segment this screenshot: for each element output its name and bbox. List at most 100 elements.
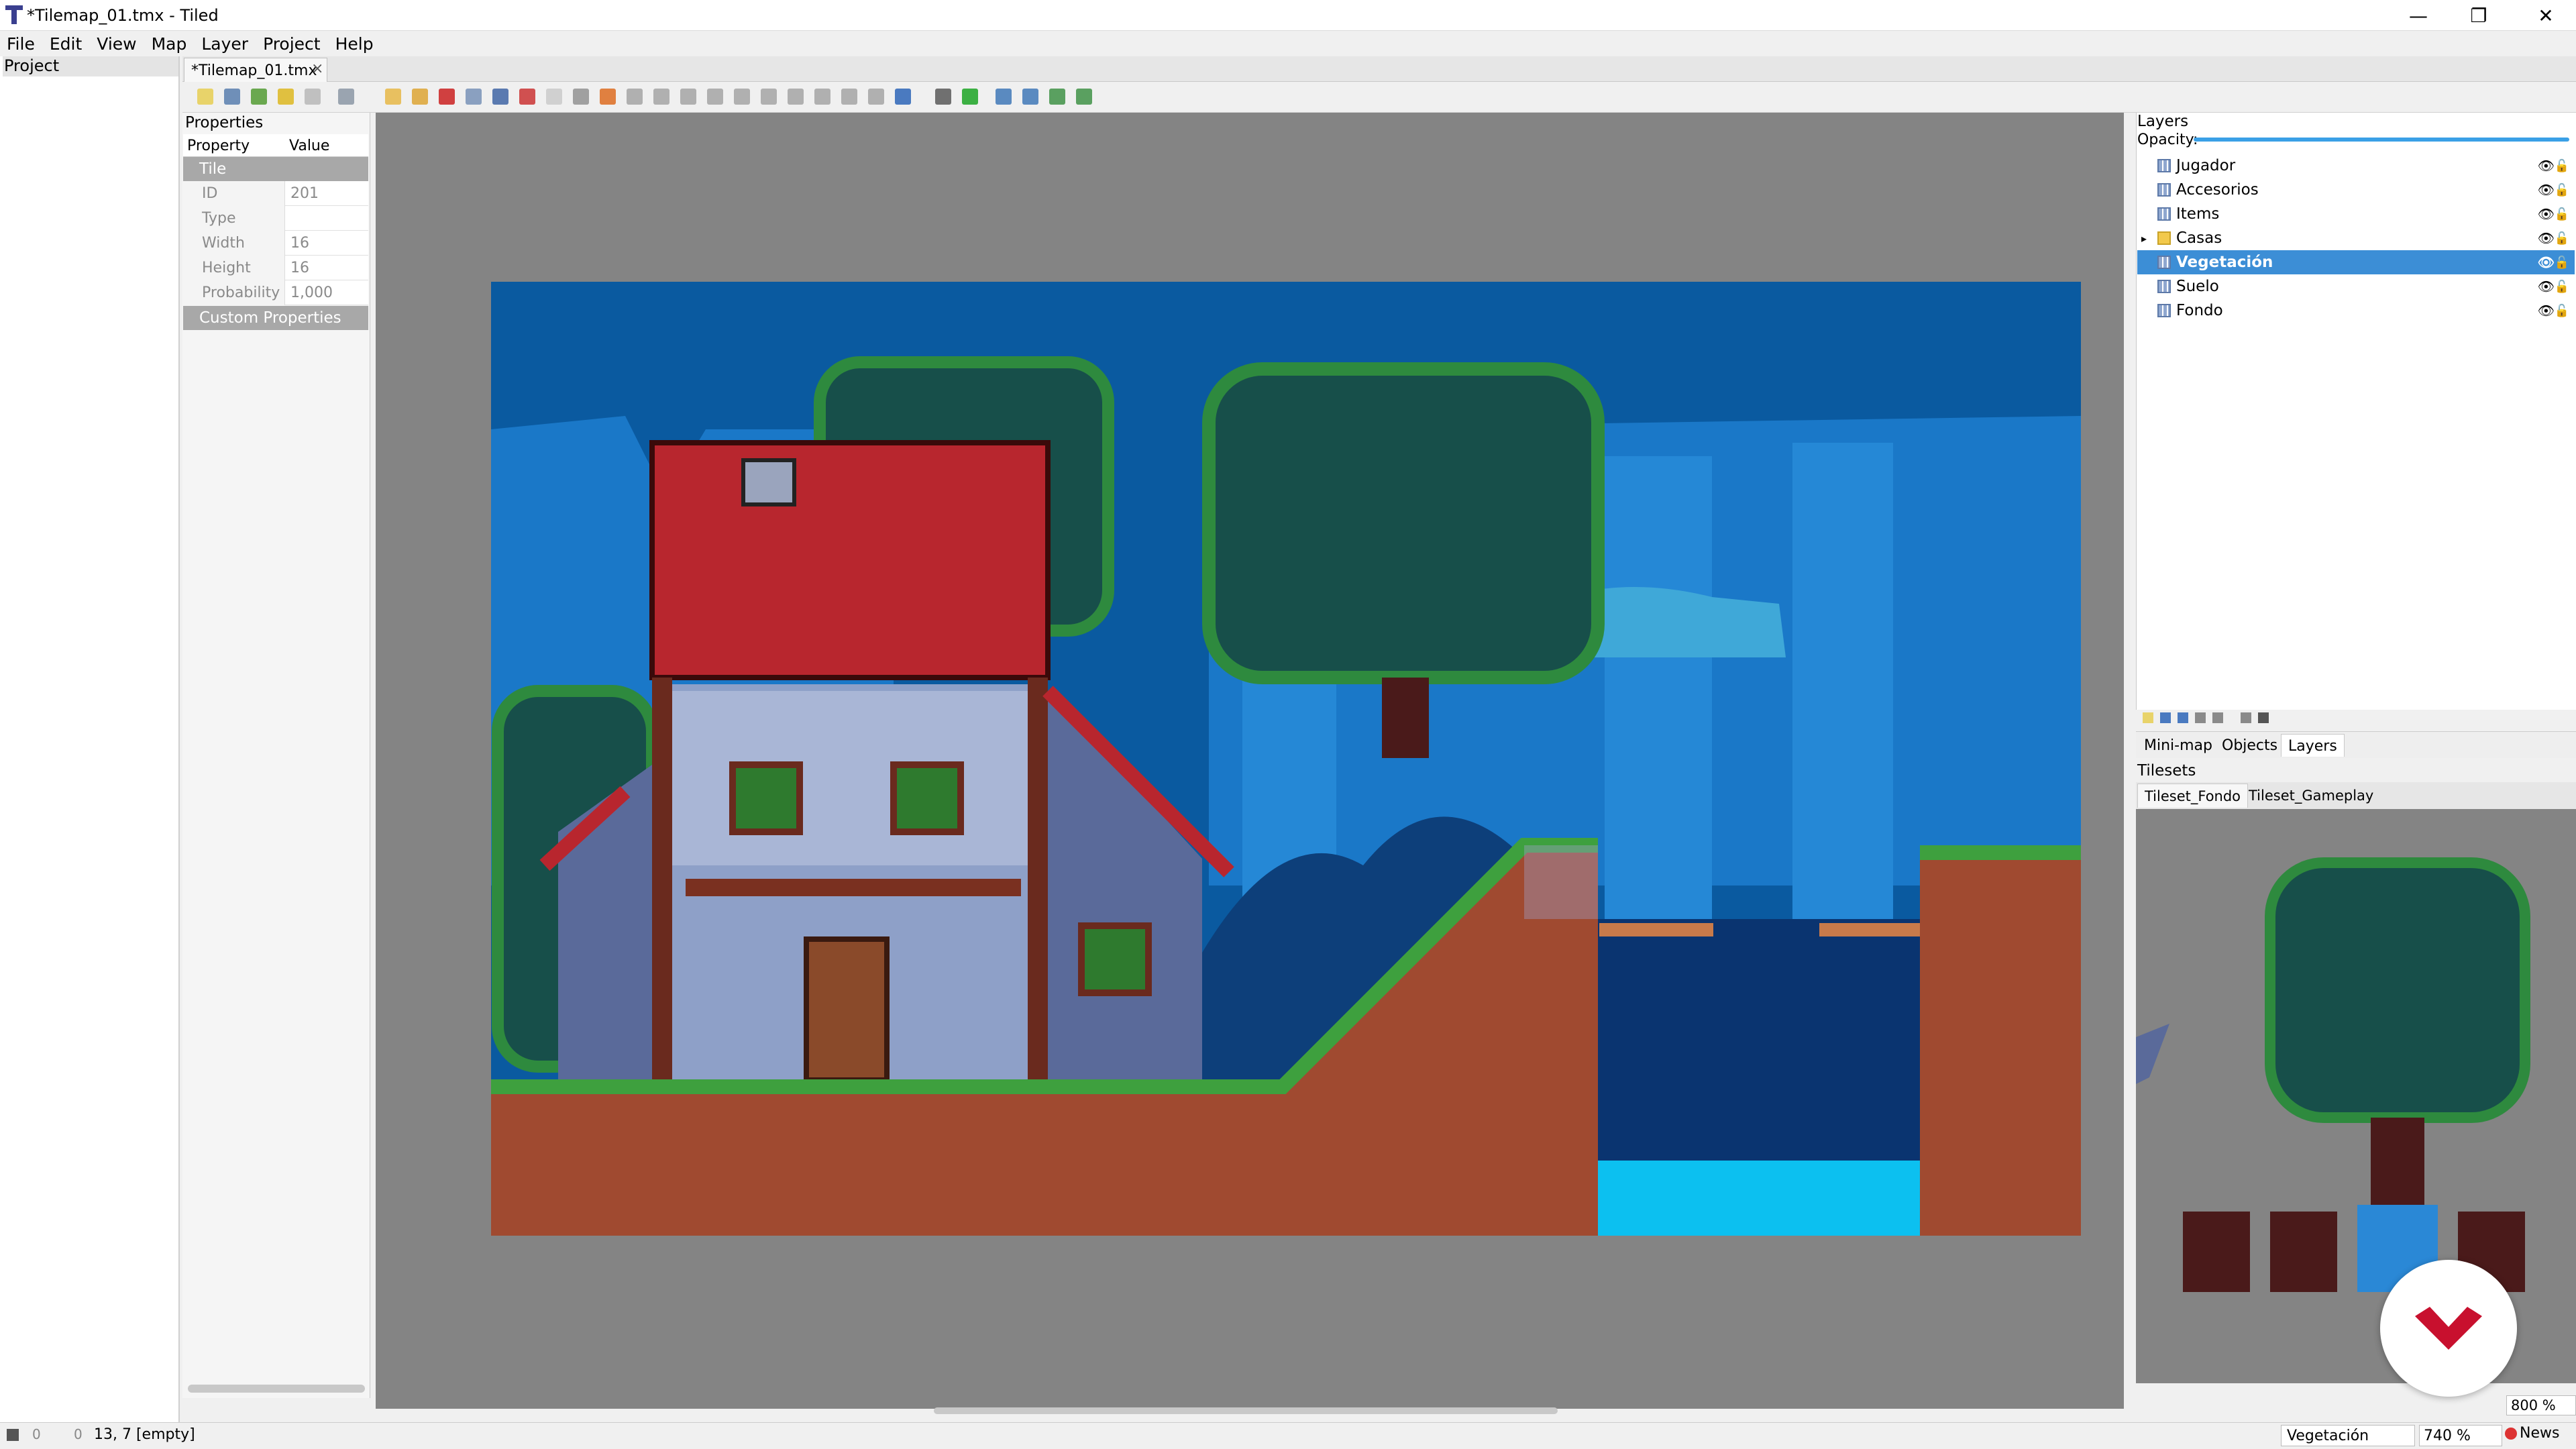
edit-polygons-icon[interactable] bbox=[627, 89, 643, 105]
new-layer-icon[interactable] bbox=[2143, 712, 2153, 723]
insert-point-icon[interactable] bbox=[680, 89, 696, 105]
raise-layer-icon[interactable] bbox=[2160, 712, 2171, 723]
layer-row-suelo[interactable]: Suelo 👁 🔓 bbox=[2137, 274, 2575, 299]
tileset-zoom-combo[interactable]: 800 % bbox=[2506, 1395, 2576, 1415]
menu-help[interactable]: Help bbox=[335, 34, 374, 54]
menu-file[interactable]: File bbox=[7, 34, 35, 54]
menu-layer[interactable]: Layer bbox=[201, 34, 248, 54]
shape-fill-icon[interactable] bbox=[466, 89, 482, 105]
insert-tile-icon[interactable] bbox=[761, 89, 777, 105]
visibility-eye-icon[interactable]: 👁 bbox=[2538, 206, 2555, 222]
stamp-brush-icon[interactable] bbox=[385, 89, 401, 105]
terminal-icon[interactable] bbox=[7, 1429, 19, 1441]
insert-ellipse-icon[interactable] bbox=[707, 89, 723, 105]
lock-icon[interactable]: 🔓 bbox=[2555, 207, 2569, 221]
property-row[interactable]: Height 16 bbox=[183, 256, 368, 280]
open-file-icon[interactable] bbox=[224, 89, 240, 105]
close-button[interactable]: ✕ bbox=[2516, 0, 2576, 31]
map-horizontal-scrollbar[interactable] bbox=[934, 1407, 1558, 1414]
tab-tilemap[interactable]: *Tilemap_01.tmx bbox=[184, 58, 327, 82]
layer-row-items[interactable]: Items 👁 🔓 bbox=[2137, 202, 2575, 226]
property-column-header[interactable]: Property bbox=[183, 134, 285, 157]
error-count[interactable]: 0 bbox=[32, 1426, 41, 1442]
delete-layer-icon[interactable] bbox=[2212, 712, 2223, 723]
insert-polygon-icon[interactable] bbox=[734, 89, 750, 105]
lock-icon[interactable]: 🔓 bbox=[2555, 280, 2569, 294]
lock-icon[interactable]: 🔓 bbox=[2555, 256, 2569, 270]
tab-objects[interactable]: Objects bbox=[2215, 734, 2284, 757]
eraser-icon[interactable] bbox=[492, 89, 508, 105]
menu-edit[interactable]: Edit bbox=[50, 34, 82, 54]
custom-properties-group[interactable]: Custom Properties bbox=[183, 306, 368, 330]
lock-icon[interactable]: 🔓 bbox=[2555, 159, 2569, 173]
insert-rectangle-icon[interactable] bbox=[653, 89, 669, 105]
property-row[interactable]: Type bbox=[183, 206, 368, 231]
tab-tileset-fondo[interactable]: Tileset_Fondo bbox=[2137, 784, 2249, 808]
redo-icon[interactable] bbox=[305, 89, 321, 105]
tab-layers[interactable]: Layers bbox=[2281, 734, 2345, 757]
magic-wand-icon[interactable] bbox=[546, 89, 562, 105]
tab-tileset-gameplay[interactable]: Tileset_Gameplay bbox=[2242, 784, 2380, 808]
layer-row-casas[interactable]: ▸ Casas 👁 🔓 bbox=[2137, 226, 2575, 250]
property-row[interactable]: Probability 1,000 bbox=[183, 280, 368, 305]
new-file-icon[interactable] bbox=[197, 89, 213, 105]
visibility-eye-icon[interactable]: 👁 bbox=[2538, 230, 2555, 246]
bucket-fill-icon[interactable] bbox=[439, 89, 455, 105]
lock-icon[interactable]: 🔓 bbox=[2555, 231, 2569, 246]
menu-map[interactable]: Map bbox=[152, 34, 187, 54]
tile-property-group[interactable]: Tile bbox=[183, 157, 368, 181]
lock-icon[interactable]: 🔓 bbox=[2555, 304, 2569, 318]
properties-scrollbar[interactable] bbox=[188, 1385, 365, 1393]
visibility-eye-icon[interactable]: 👁 bbox=[2538, 182, 2555, 198]
rotate-left-icon[interactable] bbox=[1049, 89, 1065, 105]
select-objects-icon[interactable] bbox=[600, 89, 616, 105]
layer-name: Accesorios bbox=[2176, 181, 2259, 199]
rotate-right-icon[interactable] bbox=[1076, 89, 1092, 105]
random-mode-icon[interactable] bbox=[935, 89, 951, 105]
lower-layer-icon[interactable] bbox=[2178, 712, 2188, 723]
toggle-visibility-icon[interactable] bbox=[2241, 712, 2251, 723]
flip-vertical-icon[interactable] bbox=[1022, 89, 1038, 105]
insert-template-icon[interactable] bbox=[788, 89, 804, 105]
minimize-button[interactable]: — bbox=[2388, 0, 2449, 31]
layer-row-fondo[interactable]: Fondo 👁 🔓 bbox=[2137, 299, 2575, 323]
flip-horizontal-icon[interactable] bbox=[996, 89, 1012, 105]
layer-row-jugador[interactable]: Jugador 👁 🔓 bbox=[2137, 154, 2575, 178]
visibility-eye-icon[interactable]: 👁 bbox=[2538, 303, 2555, 319]
insert-text-icon[interactable] bbox=[814, 89, 830, 105]
menu-view[interactable]: View bbox=[97, 34, 136, 54]
value-column-header[interactable]: Value bbox=[285, 134, 368, 157]
terrain-brush-icon[interactable] bbox=[412, 89, 428, 105]
duplicate-layer-icon[interactable] bbox=[2195, 712, 2206, 723]
undo-icon[interactable] bbox=[278, 89, 294, 105]
zoom-combo[interactable]: 740 % bbox=[2419, 1425, 2502, 1446]
current-layer-combo[interactable]: Vegetación bbox=[2281, 1425, 2415, 1446]
save-icon[interactable] bbox=[251, 89, 267, 105]
select-same-tile-icon[interactable] bbox=[573, 89, 589, 105]
terrain-fill-mode-icon[interactable] bbox=[962, 89, 978, 105]
lock-layer-icon[interactable] bbox=[2258, 712, 2269, 723]
opacity-slider[interactable] bbox=[2194, 138, 2569, 142]
visibility-eye-icon[interactable]: 👁 bbox=[2538, 254, 2555, 270]
property-row[interactable]: ID 201 bbox=[183, 181, 368, 206]
maximize-button[interactable]: ❐ bbox=[2449, 0, 2509, 31]
tilemap-view[interactable] bbox=[491, 282, 2081, 1236]
layer-row-accesorios[interactable]: Accesorios 👁 🔓 bbox=[2137, 178, 2575, 202]
tab-mini-map[interactable]: Mini-map bbox=[2137, 734, 2219, 757]
stamp-random-icon[interactable] bbox=[868, 89, 884, 105]
warning-count[interactable]: 0 bbox=[74, 1426, 83, 1442]
export-icon[interactable] bbox=[338, 89, 354, 105]
lock-icon[interactable]: 🔓 bbox=[2555, 183, 2569, 197]
visibility-eye-icon[interactable]: 👁 bbox=[2538, 158, 2555, 174]
property-row[interactable]: Width 16 bbox=[183, 231, 368, 256]
world-tool-icon[interactable] bbox=[841, 89, 857, 105]
layer-row-vegetacion[interactable]: Vegetación 👁 🔓 bbox=[2137, 250, 2575, 274]
wangset-icon[interactable] bbox=[895, 89, 911, 105]
tab-close-icon[interactable]: × bbox=[311, 60, 323, 77]
rect-select-icon[interactable] bbox=[519, 89, 535, 105]
menu-project[interactable]: Project bbox=[263, 34, 321, 54]
expand-arrow-icon[interactable]: ▸ bbox=[2141, 232, 2147, 245]
news-button[interactable]: News bbox=[2520, 1425, 2559, 1442]
property-value: 16 bbox=[290, 260, 309, 276]
visibility-eye-icon[interactable]: 👁 bbox=[2538, 278, 2555, 294]
